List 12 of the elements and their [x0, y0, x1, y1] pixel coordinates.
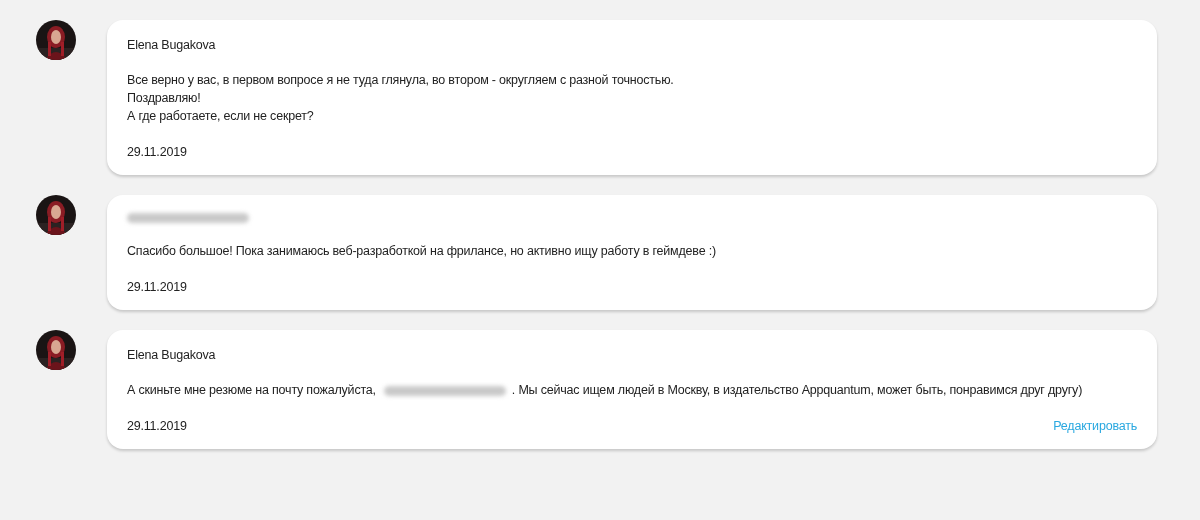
- comment-text: А скиньте мне резюме на почту пожалуйста,: [127, 383, 376, 397]
- comment-text: Поздравляю!: [127, 91, 201, 105]
- comment-date: 29.11.2019: [127, 419, 187, 433]
- author-name: Elena Bugakova: [127, 348, 216, 362]
- comment-date: 29.11.2019: [127, 145, 187, 159]
- comment-date: 29.11.2019: [127, 280, 187, 294]
- comment-text: . Мы сейчас ищем людей в Москву, в издательство Appquantum, может быть, понравимся друг другу): [511, 383, 1083, 397]
- comment-text: Спасибо большое! Пока занимаюсь веб-разработкой на фрилансе, но активно ищу работу в геймдеве :): [127, 244, 716, 258]
- comment-text: Все верно у вас, в первом вопросе я не туда глянула, во втором - округляем с разной точностью.: [127, 73, 674, 87]
- comment-text: А где работаете, если не секрет?: [127, 109, 314, 123]
- edit-link[interactable]: Редактировать: [1053, 419, 1137, 433]
- author-name: Elena Bugakova: [127, 38, 216, 52]
